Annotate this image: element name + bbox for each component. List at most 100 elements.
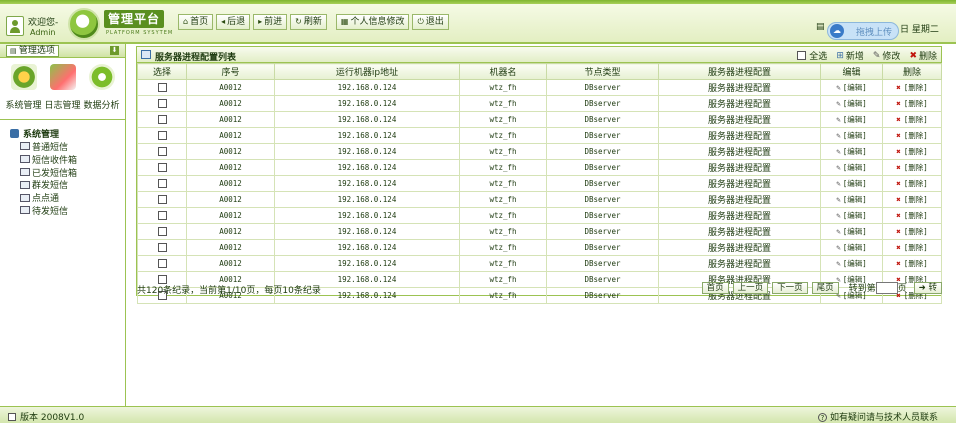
row-delete-link[interactable]: [删除]: [904, 211, 928, 220]
row-edit-link[interactable]: [编辑]: [843, 163, 867, 172]
drag-upload-button[interactable]: ☁ 拖拽上传: [827, 22, 899, 40]
row-checkbox[interactable]: [157, 259, 167, 269]
cell-config-link[interactable]: 服务器进程配置: [658, 207, 821, 224]
row-delete-link[interactable]: [删除]: [904, 227, 928, 236]
cell-config-link[interactable]: 服务器进程配置: [658, 191, 821, 208]
cell-config-link[interactable]: 服务器进程配置: [658, 159, 821, 176]
collapse-icon[interactable]: ⬇: [110, 46, 119, 55]
cell-edit[interactable]: ✎ [编辑]: [820, 127, 883, 144]
row-delete-link[interactable]: [删除]: [904, 195, 928, 204]
cell-delete[interactable]: ✖ [删除]: [882, 159, 942, 176]
module-0[interactable]: 系统管理: [4, 64, 43, 119]
row-checkbox[interactable]: [157, 115, 167, 125]
row-checkbox[interactable]: [157, 163, 167, 173]
select-all-checkbox[interactable]: [797, 51, 807, 60]
cell-config-link[interactable]: 服务器进程配置: [658, 255, 821, 272]
row-checkbox[interactable]: [157, 99, 167, 109]
cell-edit[interactable]: ✎ [编辑]: [820, 255, 883, 272]
row-checkbox[interactable]: [157, 147, 167, 157]
next-page-button[interactable]: 下一页: [772, 281, 808, 294]
cell-delete[interactable]: ✖ [删除]: [882, 111, 942, 128]
cell-config-link[interactable]: 服务器进程配置: [658, 79, 821, 96]
select-all[interactable]: 全选: [797, 49, 827, 62]
row-checkbox[interactable]: [157, 195, 167, 205]
nav-button-5[interactable]: ⏻ 退出: [412, 14, 449, 30]
tree-item[interactable]: 短信收件箱: [10, 153, 125, 166]
row-checkbox[interactable]: [157, 211, 167, 221]
nav-button-3[interactable]: ↻ 刷新: [290, 14, 327, 30]
tree-item[interactable]: 群发短信: [10, 178, 125, 191]
nav-button-0[interactable]: ⌂ 首页: [178, 14, 214, 30]
cell-edit[interactable]: ✎ [编辑]: [820, 175, 883, 192]
row-edit-link[interactable]: [编辑]: [843, 195, 867, 204]
tree-item[interactable]: 普通短信: [10, 140, 125, 153]
row-delete-link[interactable]: [删除]: [904, 83, 928, 92]
cell-delete[interactable]: ✖ [删除]: [882, 255, 942, 272]
cell-delete[interactable]: ✖ [删除]: [882, 223, 942, 240]
cell-edit[interactable]: ✎ [编辑]: [820, 223, 883, 240]
row-edit-link[interactable]: [编辑]: [843, 227, 867, 236]
cell-delete[interactable]: ✖ [删除]: [882, 95, 942, 112]
module-1[interactable]: 日志管理: [43, 64, 82, 119]
cell-delete[interactable]: ✖ [删除]: [882, 239, 942, 256]
nav-button-2[interactable]: ▸ 前进: [253, 14, 288, 30]
nav-button-4[interactable]: ▦ 个人信息修改: [335, 14, 410, 30]
cell-config-link[interactable]: 服务器进程配置: [658, 239, 821, 256]
cell-delete[interactable]: ✖ [删除]: [882, 175, 942, 192]
cell-config-link[interactable]: 服务器进程配置: [658, 127, 821, 144]
tree-root[interactable]: 系统管理: [10, 126, 125, 140]
row-delete-link[interactable]: [删除]: [904, 259, 928, 268]
cell-edit[interactable]: ✎ [编辑]: [820, 143, 883, 160]
first-page-button[interactable]: 首页: [701, 281, 729, 294]
cell-edit[interactable]: ✎ [编辑]: [820, 159, 883, 176]
cell-edit[interactable]: ✎ [编辑]: [820, 239, 883, 256]
row-checkbox[interactable]: [157, 131, 167, 141]
cell-config-link[interactable]: 服务器进程配置: [658, 143, 821, 160]
jump-page-input[interactable]: [875, 281, 898, 294]
row-edit-link[interactable]: [编辑]: [843, 259, 867, 268]
row-checkbox[interactable]: [157, 83, 167, 93]
cell-delete[interactable]: ✖ [删除]: [882, 191, 942, 208]
row-delete-link[interactable]: [删除]: [904, 163, 928, 172]
row-delete-link[interactable]: [删除]: [904, 179, 928, 188]
cell-edit[interactable]: ✎ [编辑]: [820, 191, 883, 208]
delete-button[interactable]: ✖ 删除: [909, 49, 937, 63]
row-checkbox[interactable]: [157, 243, 167, 253]
row-edit-link[interactable]: [编辑]: [843, 99, 867, 108]
row-checkbox[interactable]: [157, 179, 167, 189]
tree-item[interactable]: 待发短信: [10, 204, 125, 217]
row-edit-link[interactable]: [编辑]: [843, 211, 867, 220]
tree-item[interactable]: 点点通: [10, 191, 125, 204]
last-page-button[interactable]: 尾页: [811, 281, 839, 294]
edit-button[interactable]: ✎ 修改: [873, 49, 901, 63]
row-edit-link[interactable]: [编辑]: [843, 131, 867, 140]
tree-item[interactable]: 已发短信箱: [10, 166, 125, 179]
row-checkbox[interactable]: [157, 227, 167, 237]
row-delete-link[interactable]: [删除]: [904, 115, 928, 124]
row-delete-link[interactable]: [删除]: [904, 243, 928, 252]
add-button[interactable]: ⊞ 新增: [836, 49, 864, 63]
prev-page-button[interactable]: 上一页: [732, 281, 769, 294]
row-edit-link[interactable]: [编辑]: [843, 179, 867, 188]
go-button[interactable]: ➜ 转: [913, 281, 942, 294]
row-delete-link[interactable]: [删除]: [904, 147, 928, 156]
row-delete-link[interactable]: [删除]: [904, 131, 928, 140]
cell-delete[interactable]: ✖ [删除]: [882, 127, 942, 144]
row-edit-link[interactable]: [编辑]: [843, 83, 867, 92]
cell-config-link[interactable]: 服务器进程配置: [658, 223, 821, 240]
cell-edit[interactable]: ✎ [编辑]: [820, 95, 883, 112]
row-edit-link[interactable]: [编辑]: [843, 147, 867, 156]
cell-delete[interactable]: ✖ [删除]: [882, 207, 942, 224]
cell-edit[interactable]: ✎ [编辑]: [820, 111, 883, 128]
cell-edit[interactable]: ✎ [编辑]: [820, 207, 883, 224]
row-delete-link[interactable]: [删除]: [904, 99, 928, 108]
module-2[interactable]: 数据分析: [82, 64, 121, 119]
cell-delete[interactable]: ✖ [删除]: [882, 79, 942, 96]
row-edit-link[interactable]: [编辑]: [843, 243, 867, 252]
cell-config-link[interactable]: 服务器进程配置: [658, 111, 821, 128]
nav-button-1[interactable]: ◂ 后退: [216, 14, 251, 30]
row-edit-link[interactable]: [编辑]: [843, 115, 867, 124]
cell-config-link[interactable]: 服务器进程配置: [658, 95, 821, 112]
cell-config-link[interactable]: 服务器进程配置: [658, 175, 821, 192]
cell-delete[interactable]: ✖ [删除]: [882, 143, 942, 160]
